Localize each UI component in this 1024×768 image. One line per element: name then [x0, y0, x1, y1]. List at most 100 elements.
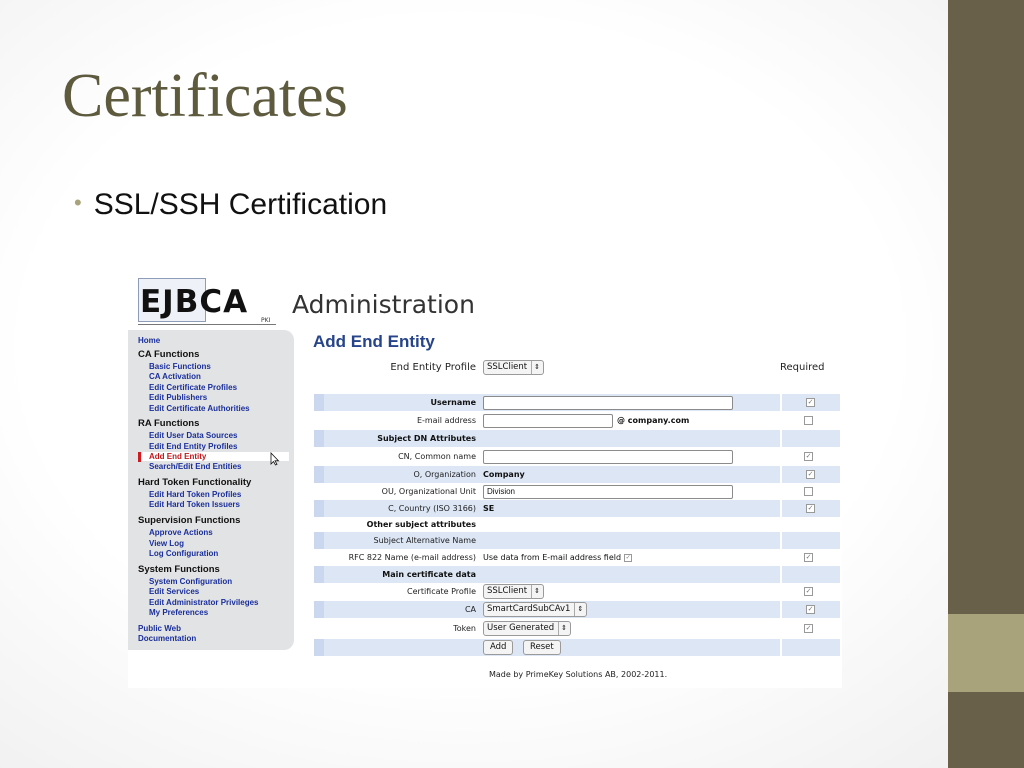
menu-public-web-link[interactable]: Public Web — [138, 624, 181, 633]
row-ca: CA SmartCardSubCAv1 ⇕ ✓ — [314, 601, 840, 618]
token-value: User Generated — [487, 623, 555, 633]
common-name-required-checkbox[interactable]: ✓ — [804, 452, 813, 461]
ca-label: CA — [464, 605, 476, 614]
organizational-unit-input[interactable] — [483, 485, 733, 499]
rfc822-use-email-checkbox[interactable]: ✓ — [624, 553, 633, 562]
select-arrow-icon: ⇕ — [531, 361, 540, 374]
row-username: Username ✓ — [314, 394, 840, 411]
organizational-unit-required-checkbox[interactable] — [804, 487, 813, 496]
organization-value: Company — [483, 470, 525, 479]
menu-home-link[interactable]: Home — [138, 336, 160, 345]
rfc822-option: Use data from E-mail address field ✓ — [483, 549, 633, 566]
row-main-cert-data-header: Main certificate data — [314, 566, 840, 583]
menu-search-edit-end-entities[interactable]: Search/Edit End Entities — [149, 462, 241, 471]
row-subject-alt-name-header: Subject Alternative Name — [314, 532, 840, 549]
row-organization: O, Organization Company ✓ — [314, 466, 840, 483]
menu-ca-activation[interactable]: CA Activation — [149, 372, 201, 381]
menu-approve-actions[interactable]: Approve Actions — [149, 528, 213, 537]
row-country: C, Country (ISO 3166) SE ✓ — [314, 500, 840, 517]
reset-button[interactable]: Reset — [523, 640, 561, 655]
ca-select[interactable]: SmartCardSubCAv1 ⇕ — [483, 602, 588, 617]
menu-system-functions-heading: System Functions — [138, 564, 220, 575]
email-domain-text: @ company.com — [617, 416, 690, 425]
sidebar-menu: Home CA Functions Basic Functions CA Act… — [128, 330, 294, 650]
certificate-profile-label: Certificate Profile — [407, 587, 476, 596]
menu-edit-publishers[interactable]: Edit Publishers — [149, 393, 207, 402]
main-cert-data-header: Main certificate data — [382, 570, 476, 579]
menu-edit-administrator-privileges[interactable]: Edit Administrator Privileges — [149, 598, 259, 607]
menu-edit-user-data-sources[interactable]: Edit User Data Sources — [149, 431, 237, 440]
ca-required-checkbox[interactable]: ✓ — [806, 605, 815, 614]
logo-text: EJBCA — [140, 284, 249, 320]
menu-system-configuration[interactable]: System Configuration — [149, 577, 232, 586]
logo-underline — [138, 324, 276, 325]
menu-ra-functions-heading: RA Functions — [138, 418, 200, 429]
menu-add-end-entity[interactable]: Add End Entity — [142, 452, 289, 461]
organization-required-checkbox[interactable]: ✓ — [806, 470, 815, 479]
country-required-checkbox[interactable]: ✓ — [806, 504, 815, 513]
rfc822-required-checkbox[interactable]: ✓ — [804, 553, 813, 562]
row-rfc822: RFC 822 Name (e-mail address) Use data f… — [314, 549, 838, 566]
row-email: E-mail address @ company.com — [314, 412, 838, 429]
select-arrow-icon: ⇕ — [574, 603, 583, 616]
menu-view-log[interactable]: View Log — [149, 539, 184, 548]
country-value: SE — [483, 504, 495, 513]
organization-label: O, Organization — [413, 470, 476, 479]
bullet-item: • SSL/SSH Certification — [74, 188, 387, 222]
add-button[interactable]: Add — [483, 640, 514, 655]
common-name-input[interactable] — [483, 450, 733, 464]
menu-edit-services[interactable]: Edit Services — [149, 587, 199, 596]
menu-documentation-link[interactable]: Documentation — [138, 634, 196, 643]
ejbca-screenshot: EJBCA PKI Administration Home CA Functio… — [128, 270, 842, 688]
token-required-checkbox[interactable]: ✓ — [804, 624, 813, 633]
end-entity-profile-label: End Entity Profile — [390, 362, 476, 373]
bullet-dot-icon: • — [74, 190, 82, 215]
menu-edit-certificate-authorities[interactable]: Edit Certificate Authorities — [149, 404, 250, 413]
logo-pki-text: PKI — [261, 317, 271, 324]
subject-alt-name-header: Subject Alternative Name — [373, 536, 476, 545]
row-common-name: CN, Common name ✓ — [314, 448, 838, 465]
common-name-label: CN, Common name — [398, 452, 476, 461]
menu-hard-token-heading: Hard Token Functionality — [138, 477, 252, 488]
rfc822-option-text: Use data from E-mail address field — [483, 553, 622, 562]
page-title: Add End Entity — [313, 332, 435, 351]
menu-ca-functions-heading: CA Functions — [138, 349, 200, 360]
footer-text: Made by PrimeKey Solutions AB, 2002-2011… — [489, 670, 668, 679]
menu-supervision-heading: Supervision Functions — [138, 515, 241, 526]
username-input[interactable] — [483, 396, 733, 410]
ca-value: SmartCardSubCAv1 — [487, 604, 571, 614]
menu-edit-hard-token-profiles[interactable]: Edit Hard Token Profiles — [149, 490, 241, 499]
side-band-accent — [948, 614, 1024, 692]
organizational-unit-label: OU, Organizational Unit — [381, 487, 476, 496]
required-column-header: Required — [780, 362, 825, 373]
end-entity-profile-select[interactable]: SSLClient ⇕ — [483, 360, 545, 375]
username-label: Username — [430, 398, 476, 407]
other-attributes-header: Other subject attributes — [366, 520, 476, 529]
row-certificate-profile: Certificate Profile SSLClient ⇕ ✓ — [314, 583, 838, 600]
row-organizational-unit: OU, Organizational Unit — [314, 483, 838, 500]
row-token: Token User Generated ⇕ ✓ — [314, 620, 838, 637]
country-label: C, Country (ISO 3166) — [388, 504, 476, 513]
menu-log-configuration[interactable]: Log Configuration — [149, 549, 218, 558]
menu-basic-functions[interactable]: Basic Functions — [149, 362, 211, 371]
menu-edit-end-entity-profiles[interactable]: Edit End Entity Profiles — [149, 442, 237, 451]
select-arrow-icon: ⇕ — [558, 622, 567, 635]
email-required-checkbox[interactable] — [804, 416, 813, 425]
certificate-profile-required-checkbox[interactable]: ✓ — [804, 587, 813, 596]
email-label: E-mail address — [416, 416, 476, 425]
certificate-profile-value: SSLClient — [487, 586, 528, 596]
select-arrow-icon: ⇕ — [531, 585, 540, 598]
row-actions: Add Reset — [314, 639, 840, 656]
menu-my-preferences[interactable]: My Preferences — [149, 608, 208, 617]
token-label: Token — [453, 624, 476, 633]
mouse-cursor-icon — [270, 452, 280, 466]
menu-edit-hard-token-issuers[interactable]: Edit Hard Token Issuers — [149, 500, 240, 509]
admin-header: Administration — [292, 290, 475, 319]
row-subject-dn-header: Subject DN Attributes — [314, 430, 840, 447]
menu-edit-certificate-profiles[interactable]: Edit Certificate Profiles — [149, 383, 237, 392]
rfc822-label: RFC 822 Name (e-mail address) — [348, 553, 476, 562]
email-input[interactable] — [483, 414, 613, 428]
token-select[interactable]: User Generated ⇕ — [483, 621, 572, 636]
certificate-profile-select[interactable]: SSLClient ⇕ — [483, 584, 545, 599]
username-required-checkbox[interactable]: ✓ — [806, 398, 815, 407]
